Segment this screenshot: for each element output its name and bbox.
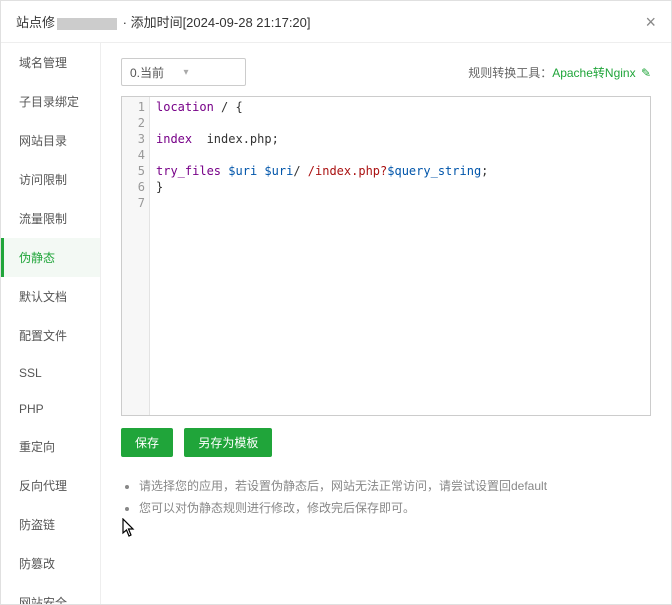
select-value: 0.当前: [130, 64, 184, 81]
chevron-down-icon: ▾: [184, 67, 238, 78]
sidebar-item-6[interactable]: 默认文档: [1, 277, 100, 316]
sidebar-item-7[interactable]: 配置文件: [1, 316, 100, 355]
toolbar: 0.当前 ▾ 规则转换工具：Apache转Nginx ✎: [121, 58, 651, 86]
editor-code[interactable]: location / { index index.php; try_files …: [150, 97, 650, 415]
site-modal: 站点修 · 添加时间[2024-09-28 21:17:20] × 域名管理子目…: [0, 0, 672, 605]
actions: 保存 另存为模板: [121, 428, 651, 457]
sidebar-item-8[interactable]: SSL: [1, 355, 100, 391]
sidebar: 域名管理子目录绑定网站目录访问限制流量限制伪静态默认文档配置文件SSLPHP重定…: [1, 43, 101, 604]
tool-right: 规则转换工具：Apache转Nginx ✎: [468, 64, 651, 81]
sidebar-item-13[interactable]: 防篡改: [1, 544, 100, 583]
sidebar-item-10[interactable]: 重定向: [1, 427, 100, 466]
main-panel: 0.当前 ▾ 规则转换工具：Apache转Nginx ✎ 1234567 loc…: [101, 43, 671, 604]
close-icon[interactable]: ×: [645, 13, 656, 31]
modal-body: 域名管理子目录绑定网站目录访问限制流量限制伪静态默认文档配置文件SSLPHP重定…: [1, 43, 671, 604]
sidebar-item-12[interactable]: 防盗链: [1, 505, 100, 544]
apache-to-nginx-link[interactable]: Apache转Nginx ✎: [552, 66, 651, 80]
template-select[interactable]: 0.当前 ▾: [121, 58, 246, 86]
tip-item: 请选择您的应用，若设置伪静态后，网站无法正常访问，请尝试设置回default: [139, 475, 651, 497]
modal-header: 站点修 · 添加时间[2024-09-28 21:17:20] ×: [1, 1, 671, 43]
sidebar-item-5[interactable]: 伪静态: [1, 238, 100, 277]
sidebar-item-9[interactable]: PHP: [1, 391, 100, 427]
editor-gutter: 1234567: [122, 97, 150, 415]
title-prefix: 站点修: [16, 15, 55, 30]
sidebar-item-14[interactable]: 网站安全: [1, 583, 100, 604]
sidebar-item-1[interactable]: 子目录绑定: [1, 82, 100, 121]
sidebar-item-2[interactable]: 网站目录: [1, 121, 100, 160]
sidebar-item-0[interactable]: 域名管理: [1, 43, 100, 82]
save-template-button[interactable]: 另存为模板: [184, 428, 272, 457]
title-obscured: [57, 18, 117, 30]
tool-label: 规则转换工具：: [468, 66, 552, 80]
save-button[interactable]: 保存: [121, 428, 173, 457]
tip-item: 您可以对伪静态规则进行修改，修改完后保存即可。: [139, 497, 651, 519]
sidebar-item-11[interactable]: 反向代理: [1, 466, 100, 505]
modal-title: 站点修 · 添加时间[2024-09-28 21:17:20]: [16, 12, 311, 31]
edit-icon: ✎: [641, 66, 651, 80]
title-suffix: · 添加时间[2024-09-28 21:17:20]: [119, 15, 311, 30]
code-editor[interactable]: 1234567 location / { index index.php; tr…: [121, 96, 651, 416]
sidebar-item-3[interactable]: 访问限制: [1, 160, 100, 199]
tips-list: 请选择您的应用，若设置伪静态后，网站无法正常访问，请尝试设置回default您可…: [121, 475, 651, 519]
sidebar-item-4[interactable]: 流量限制: [1, 199, 100, 238]
